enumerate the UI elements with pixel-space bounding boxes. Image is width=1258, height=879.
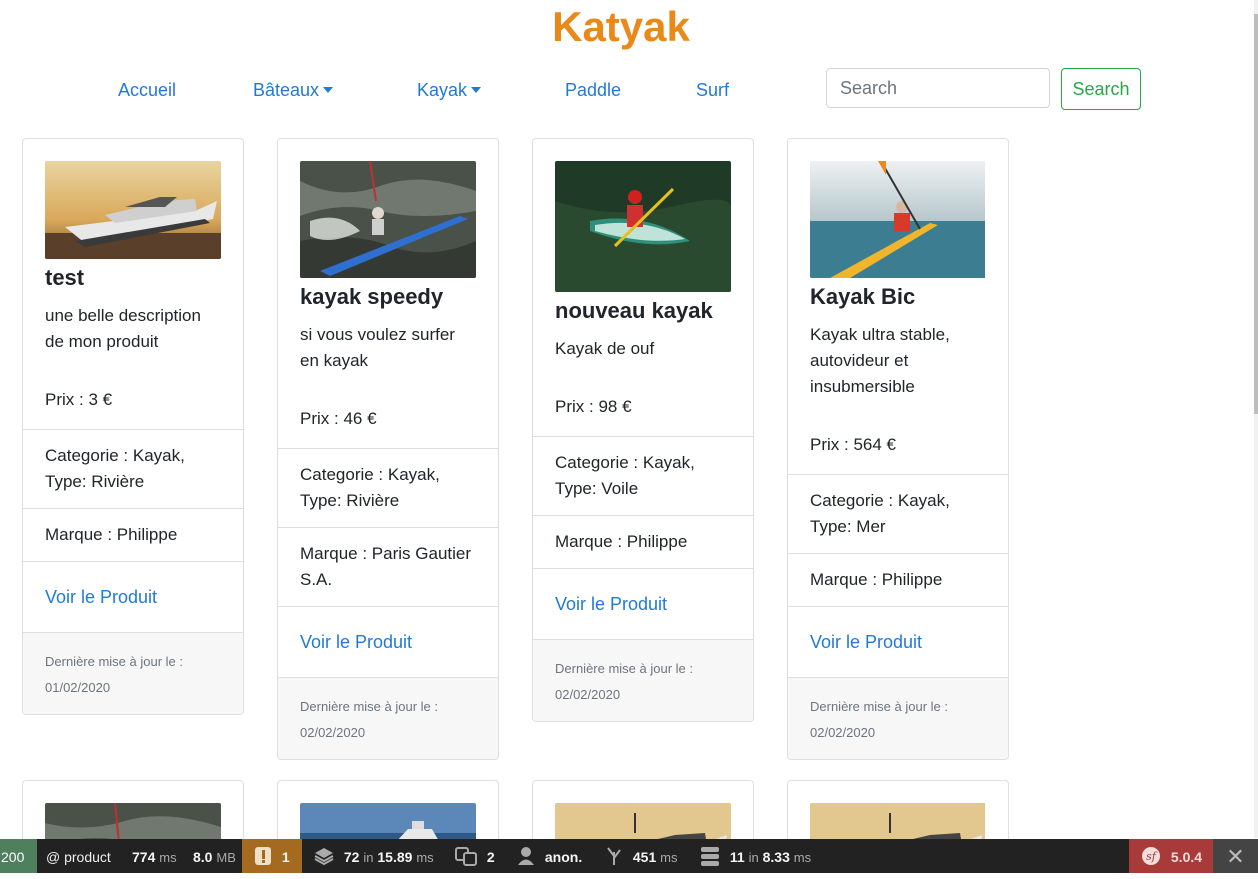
request-time-value: 774 — [132, 849, 156, 865]
cache-time: 15.89 — [377, 849, 413, 865]
updated-label: Dernière mise à jour le : — [810, 699, 948, 714]
site-title: Katyak — [552, 3, 690, 50]
product-brand: Marque : Philippe — [23, 508, 243, 561]
symfony-version-panel[interactable]: sf 5.0.4 — [1129, 839, 1213, 873]
product-image — [45, 161, 221, 259]
caret-down-icon — [471, 87, 482, 93]
warnings-count: 1 — [281, 849, 290, 865]
updated-date: 02/02/2020 — [300, 725, 366, 740]
product-category: Categorie : Kayak, Type: Rivière — [278, 448, 498, 527]
product-brand: Marque : Philippe — [533, 515, 753, 568]
nav-bateaux-label: Bâteaux — [253, 80, 320, 100]
nav-bateaux-dropdown[interactable]: Bâteaux — [253, 78, 334, 102]
user-name: anon. — [544, 849, 583, 865]
database-icon — [700, 843, 720, 879]
translation-count: 2 — [486, 849, 495, 865]
updated-date: 01/02/2020 — [45, 680, 111, 695]
memory-value: 8.0 — [193, 849, 213, 865]
product-description: si vous voulez surfer en kayak — [300, 325, 455, 370]
cache-count: 72 — [343, 849, 360, 865]
product-category: Categorie : Kayak, Type: Voile — [533, 436, 753, 515]
symfony-version: 5.0.4 — [1170, 849, 1203, 865]
nav-surf-link[interactable]: Surf — [696, 78, 729, 102]
status-code-badge[interactable]: 200 — [0, 839, 37, 873]
translation-icon — [455, 843, 477, 879]
product-title: test — [45, 265, 85, 290]
product-price: Prix : 98 € — [555, 397, 632, 416]
product-price: Prix : 3 € — [45, 390, 113, 409]
product-category: Categorie : Kayak, Type: Mer — [788, 474, 1008, 553]
user-panel[interactable]: anon. — [517, 839, 582, 873]
updated-date: 02/02/2020 — [810, 725, 876, 740]
close-toolbar-button[interactable]: ✕ — [1213, 839, 1258, 873]
db-query-count: 11 — [729, 849, 745, 865]
nav-kayak-dropdown[interactable]: Kayak — [417, 78, 482, 102]
symfony-logo-icon: sf — [1141, 843, 1161, 879]
layers-icon — [314, 843, 334, 879]
nav-accueil-link[interactable]: Accueil — [118, 78, 176, 102]
request-time-unit: ms — [159, 850, 177, 865]
product-card: Kayak Bic Kayak ultra stable, autovideur… — [787, 138, 1009, 760]
view-product-link[interactable]: Voir le Produit — [810, 632, 922, 652]
product-image — [810, 161, 986, 278]
updated-date: 02/02/2020 — [555, 687, 621, 702]
search-button[interactable]: Search — [1061, 68, 1141, 110]
search-input[interactable] — [826, 68, 1050, 108]
memory-usage[interactable]: 8.0 MB — [193, 839, 236, 873]
product-category: Categorie : Kayak, Type: Rivière — [23, 429, 243, 508]
user-icon — [517, 843, 535, 879]
view-product-link[interactable]: Voir le Produit — [300, 632, 412, 652]
updated-label: Dernière mise à jour le : — [555, 661, 693, 676]
product-card: test une belle description de mon produi… — [22, 138, 244, 715]
close-icon: ✕ — [1226, 844, 1245, 869]
render-time: 451 — [632, 849, 657, 865]
page-scrollbar[interactable] — [1254, 0, 1258, 838]
product-price: Prix : 46 € — [300, 409, 377, 428]
twig-icon — [605, 843, 623, 879]
nav-paddle-link[interactable]: Paddle — [565, 78, 621, 102]
product-title: Kayak Bic — [810, 284, 916, 309]
cache-panel[interactable]: 72 in 15.89 ms — [314, 839, 434, 873]
warnings-panel[interactable]: 1 — [242, 839, 302, 873]
product-image — [300, 161, 476, 278]
twig-panel[interactable]: 451 ms — [605, 839, 677, 873]
render-unit: ms — [660, 850, 678, 865]
product-price: Prix : 564 € — [810, 435, 896, 454]
product-description: Kayak ultra stable, autovideur et insubm… — [810, 325, 950, 396]
database-panel[interactable]: 11 in 8.33 ms — [700, 839, 811, 873]
request-time[interactable]: 774 ms — [132, 839, 177, 873]
warning-icon — [254, 843, 272, 879]
product-brand: Marque : Paris Gautier S.A. — [278, 527, 498, 606]
scrollbar-thumb[interactable] — [1254, 14, 1258, 414]
product-description: Kayak de ouf — [555, 339, 655, 358]
product-description: une belle description de mon produit — [45, 306, 201, 351]
product-brand: Marque : Philippe — [788, 553, 1008, 606]
view-product-link[interactable]: Voir le Produit — [45, 587, 157, 607]
route-name[interactable]: @ product — [46, 839, 111, 873]
product-image — [555, 161, 731, 292]
db-time: 8.33 — [762, 849, 790, 865]
updated-label: Dernière mise à jour le : — [45, 654, 183, 669]
nav-kayak-label: Kayak — [417, 80, 468, 100]
view-product-link[interactable]: Voir le Produit — [555, 594, 667, 614]
memory-unit: MB — [216, 850, 236, 865]
product-card: kayak speedy si vous voulez surfer en ka… — [277, 138, 499, 760]
product-title: nouveau kayak — [555, 298, 713, 323]
db-unit: ms — [793, 850, 812, 865]
cache-in: in — [363, 850, 374, 865]
product-title: kayak speedy — [300, 284, 444, 309]
translation-panel[interactable]: 2 — [455, 839, 495, 873]
debug-toolbar: 200 @ product 774 ms 8.0 MB 1 72 in 15.8… — [0, 839, 1258, 873]
caret-down-icon — [323, 87, 334, 93]
product-card: nouveau kayak Kayak de ouf Prix : 98 € C… — [532, 138, 754, 722]
db-in: in — [748, 850, 759, 865]
updated-label: Dernière mise à jour le : — [300, 699, 438, 714]
cache-unit: ms — [416, 850, 434, 865]
